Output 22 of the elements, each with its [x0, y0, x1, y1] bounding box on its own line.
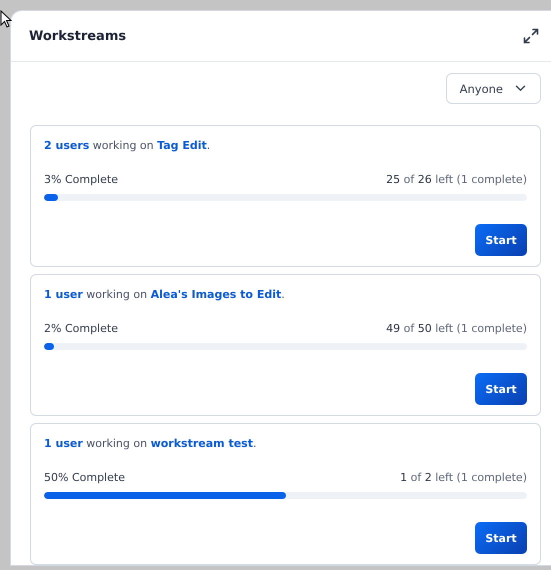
assignee-dropdown[interactable]: Anyone	[446, 73, 541, 104]
progress-label: 2% Complete	[44, 322, 118, 335]
start-button[interactable]: Start	[475, 522, 527, 554]
remaining-count: 49 of 50 left (1 complete)	[386, 322, 527, 335]
users-link[interactable]: 1 user	[44, 437, 83, 450]
progress-label: 3% Complete	[44, 173, 118, 186]
panel-title: Workstreams	[29, 28, 126, 44]
remaining-count: 1 of 2 left (1 complete)	[400, 471, 527, 484]
workstream-link[interactable]: Alea's Images to Edit	[150, 288, 282, 301]
expand-icon[interactable]	[523, 28, 539, 44]
workstream-link[interactable]: Tag Edit	[157, 139, 207, 152]
workstream-link[interactable]: workstream test	[150, 437, 253, 450]
start-button[interactable]: Start	[475, 373, 527, 405]
progress-label: 50% Complete	[44, 471, 125, 484]
users-link[interactable]: 2 users	[44, 139, 90, 152]
start-button[interactable]: Start	[475, 224, 527, 256]
remaining-count: 25 of 26 left (1 complete)	[386, 173, 527, 186]
users-link[interactable]: 1 user	[44, 288, 83, 301]
workstream-summary: 1 user working on workstream test.	[44, 437, 258, 450]
chevron-down-icon	[515, 85, 526, 92]
workstream-summary: 2 users working on Tag Edit.	[44, 139, 212, 152]
workstream-summary: 1 user working on Alea's Images to Edit.	[44, 288, 286, 301]
